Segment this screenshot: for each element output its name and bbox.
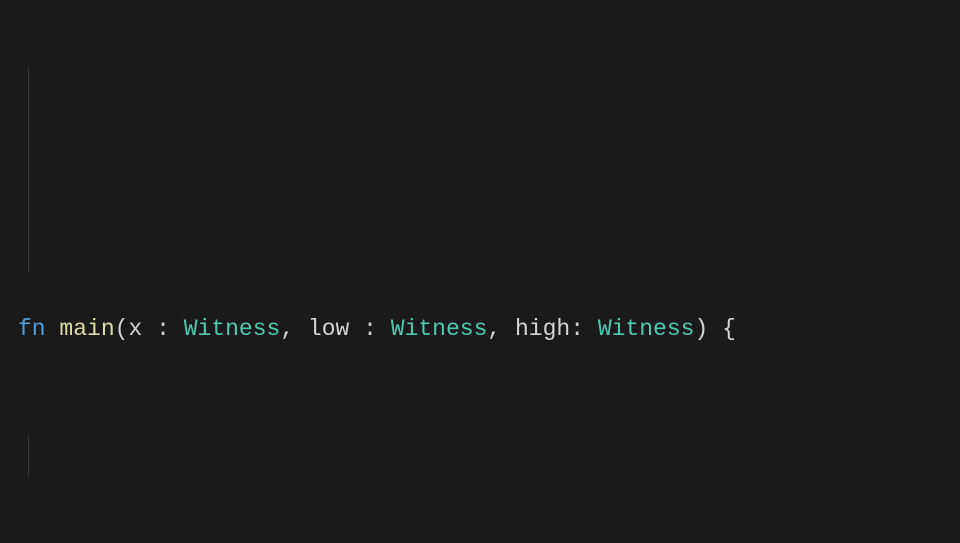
code-editor[interactable]: fn main(x : Witness, low : Witness, high… bbox=[0, 0, 960, 543]
keyword-fn: fn bbox=[18, 316, 46, 342]
comma: , bbox=[280, 316, 308, 342]
param-name: x bbox=[128, 316, 142, 342]
paren-close: ) bbox=[694, 316, 708, 342]
comma: , bbox=[487, 316, 515, 342]
param-name: low bbox=[308, 316, 349, 342]
function-name: main bbox=[59, 316, 114, 342]
param-name: high bbox=[515, 316, 570, 342]
type-name: Witness bbox=[184, 316, 281, 342]
code-line-blank bbox=[18, 431, 942, 472]
colon: : bbox=[349, 316, 390, 342]
type-name: Witness bbox=[598, 316, 695, 342]
colon: : bbox=[570, 316, 598, 342]
brace-open: { bbox=[708, 316, 736, 342]
paren-open: ( bbox=[115, 316, 129, 342]
code-line: fn main(x : Witness, low : Witness, high… bbox=[18, 309, 942, 350]
whitespace bbox=[46, 316, 60, 342]
type-name: Witness bbox=[391, 316, 488, 342]
colon: : bbox=[142, 316, 183, 342]
indent-guide bbox=[28, 67, 29, 273]
